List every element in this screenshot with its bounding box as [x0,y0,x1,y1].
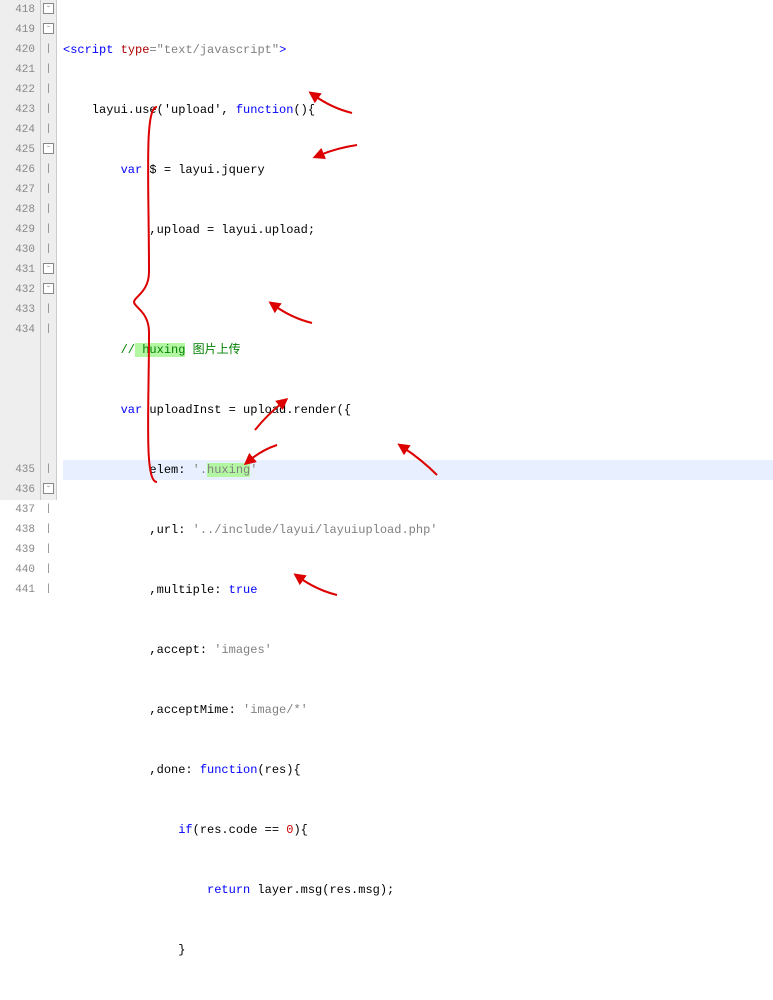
line-number: 418 [0,0,35,20]
fold-gutter: - - | | | | | - | | | | | - - | | | - | … [41,0,57,500]
line-number-gutter: 418 419 420 421 422 423 424 425 426 427 … [0,0,41,500]
code-editor[interactable]: 418 419 420 421 422 423 424 425 426 427 … [0,0,773,500]
highlighted-line: elem: '.huxing' [63,460,773,480]
code-line: <script type="text/javascript"> [63,40,773,60]
annotation-arrow-icon [267,298,317,328]
code-area[interactable]: <script type="text/javascript"> layui.us… [57,0,773,500]
annotation-brace [99,82,169,592]
fold-toggle[interactable]: - [41,0,56,20]
